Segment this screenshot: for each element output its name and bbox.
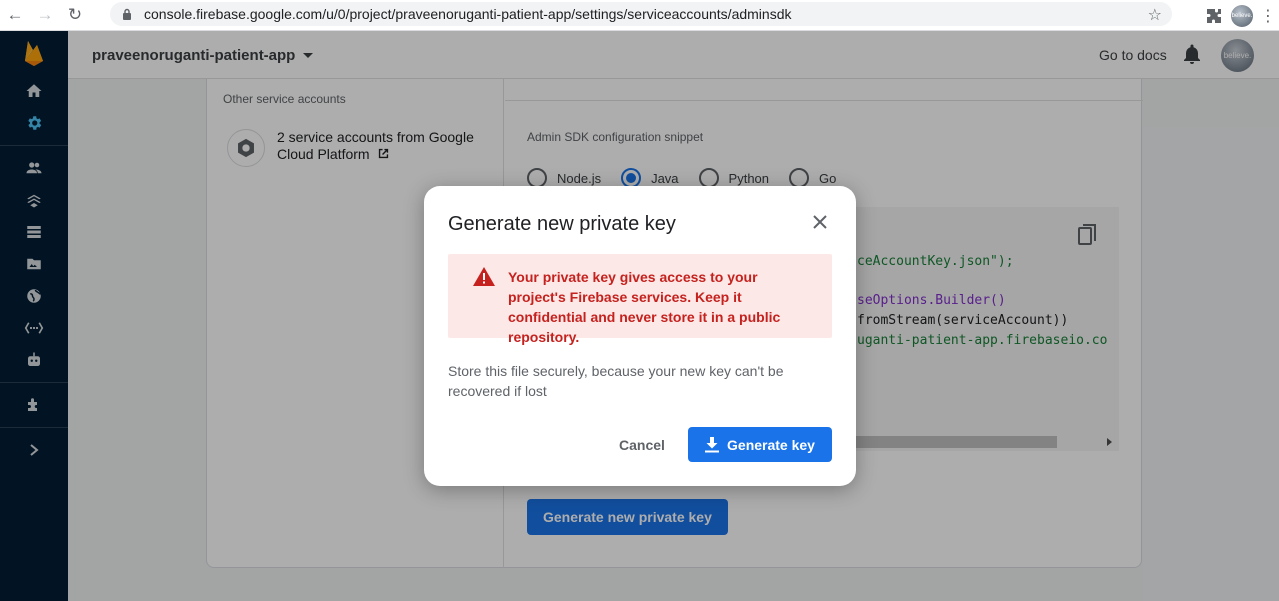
warning-text: Your private key gives access to your pr… bbox=[508, 269, 781, 345]
extensions-puzzle-icon[interactable] bbox=[1201, 0, 1227, 31]
forward-arrow-icon[interactable]: → bbox=[30, 0, 60, 31]
download-icon bbox=[705, 436, 720, 453]
warning-triangle-icon bbox=[473, 267, 495, 291]
browser-profile-avatar[interactable]: believe. bbox=[1231, 4, 1253, 27]
cancel-button[interactable]: Cancel bbox=[609, 427, 675, 463]
bookmark-star-icon[interactable]: ☆ bbox=[1148, 5, 1162, 25]
dialog-body-text: Store this file securely, because your n… bbox=[448, 363, 784, 399]
url-text: console.firebase.google.com/u/0/project/… bbox=[144, 6, 792, 22]
dialog-title: Generate new private key bbox=[448, 213, 676, 235]
warning-banner: Your private key gives access to your pr… bbox=[448, 254, 832, 345]
browser-toolbar: ← → ↻ console.firebase.google.com/u/0/pr… bbox=[0, 0, 1279, 31]
generate-key-dialog: Generate new private key Your private ke… bbox=[424, 186, 856, 486]
generate-key-label: Generate key bbox=[727, 436, 815, 453]
generate-key-button[interactable]: Generate key bbox=[688, 427, 832, 462]
address-bar[interactable]: console.firebase.google.com/u/0/project/… bbox=[110, 2, 1172, 26]
back-arrow-icon[interactable]: ← bbox=[0, 0, 30, 31]
browser-menu-icon[interactable]: ⋮ bbox=[1257, 6, 1279, 26]
lock-icon bbox=[120, 7, 134, 21]
reload-icon[interactable]: ↻ bbox=[60, 0, 90, 31]
close-icon[interactable] bbox=[810, 212, 830, 232]
